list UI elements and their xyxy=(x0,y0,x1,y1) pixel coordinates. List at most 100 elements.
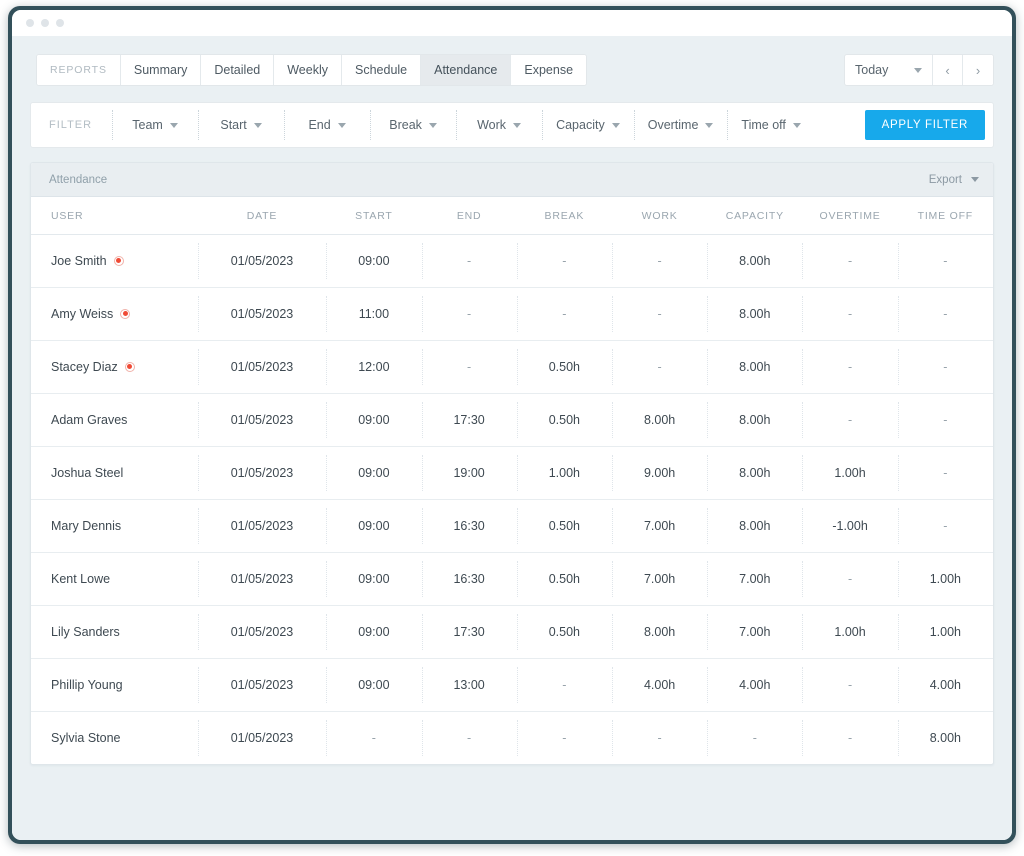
filter-end[interactable]: End xyxy=(284,103,370,147)
cell-break: - xyxy=(517,659,612,712)
cell-work: 7.00h xyxy=(612,500,707,553)
cell-break: 0.50h xyxy=(517,553,612,606)
prev-period-button[interactable]: ‹ xyxy=(933,55,963,85)
date-range-value: Today xyxy=(855,63,888,77)
cell-capacity: 8.00h xyxy=(707,288,802,341)
tab-weekly[interactable]: Weekly xyxy=(274,55,342,85)
tab-schedule[interactable]: Schedule xyxy=(342,55,421,85)
cell-work: - xyxy=(612,341,707,394)
cell-start: 09:00 xyxy=(326,553,421,606)
cell-overtime: - xyxy=(802,235,897,288)
user-name: Stacey Diaz xyxy=(51,360,118,374)
cell-date: 01/05/2023 xyxy=(198,500,327,553)
table-row[interactable]: Joshua Steel01/05/202309:0019:001.00h9.0… xyxy=(31,447,993,500)
tab-summary[interactable]: Summary xyxy=(121,55,201,85)
date-range-select[interactable]: Today xyxy=(845,55,933,85)
reports-label: REPORTS xyxy=(37,55,121,85)
report-tabs: REPORTS Summary Detailed Weekly Schedule… xyxy=(36,54,587,86)
cell-start: 09:00 xyxy=(326,606,421,659)
cell-capacity: 7.00h xyxy=(707,606,802,659)
cell-work: 7.00h xyxy=(612,553,707,606)
filter-capacity-label: Capacity xyxy=(556,118,605,132)
cell-break: 0.50h xyxy=(517,500,612,553)
cell-break: 0.50h xyxy=(517,606,612,659)
cell-timeoff: - xyxy=(898,288,993,341)
cell-timeoff: - xyxy=(898,341,993,394)
cell-user: Phillip Young xyxy=(31,659,198,712)
chevron-left-icon: ‹ xyxy=(945,63,949,78)
cell-user: Kent Lowe xyxy=(31,553,198,606)
cell-overtime: 1.00h xyxy=(802,606,897,659)
cell-work: 4.00h xyxy=(612,659,707,712)
chevron-down-icon xyxy=(971,177,979,182)
cell-user: Amy Weiss xyxy=(31,288,198,341)
filter-start[interactable]: Start xyxy=(198,103,284,147)
cell-date: 01/05/2023 xyxy=(198,659,327,712)
cell-date: 01/05/2023 xyxy=(198,235,327,288)
browser-window: REPORTS Summary Detailed Weekly Schedule… xyxy=(8,6,1016,844)
attendance-card: Attendance Export USER DATE START END BR xyxy=(30,162,994,765)
table-row[interactable]: Phillip Young01/05/202309:0013:00-4.00h4… xyxy=(31,659,993,712)
cell-overtime: - xyxy=(802,712,897,765)
chevron-down-icon xyxy=(170,123,178,128)
next-period-button[interactable]: › xyxy=(963,55,993,85)
cell-user: Joshua Steel xyxy=(31,447,198,500)
live-clocked-in-icon xyxy=(125,362,135,372)
cell-capacity: 8.00h xyxy=(707,394,802,447)
cell-overtime: - xyxy=(802,553,897,606)
tab-expense[interactable]: Expense xyxy=(511,55,586,85)
col-header-break: BREAK xyxy=(517,197,612,235)
table-row[interactable]: Lily Sanders01/05/202309:0017:300.50h8.0… xyxy=(31,606,993,659)
window-content: REPORTS Summary Detailed Weekly Schedule… xyxy=(12,10,1012,840)
user-name: Phillip Young xyxy=(51,678,123,692)
filter-work-label: Work xyxy=(477,118,506,132)
filter-timeoff[interactable]: Time off xyxy=(727,103,814,147)
cell-break: - xyxy=(517,235,612,288)
report-topbar: REPORTS Summary Detailed Weekly Schedule… xyxy=(22,48,1002,92)
tab-attendance[interactable]: Attendance xyxy=(421,55,511,85)
cell-work: - xyxy=(612,712,707,765)
col-header-overtime: OVERTIME xyxy=(802,197,897,235)
minimize-dot[interactable] xyxy=(41,19,49,27)
apply-filter-button[interactable]: APPLY FILTER xyxy=(865,110,985,140)
chevron-down-icon xyxy=(429,123,437,128)
table-row[interactable]: Amy Weiss01/05/202311:00---8.00h-- xyxy=(31,288,993,341)
cell-start: 09:00 xyxy=(326,500,421,553)
cell-timeoff: 1.00h xyxy=(898,606,993,659)
filter-break[interactable]: Break xyxy=(370,103,456,147)
table-row[interactable]: Kent Lowe01/05/202309:0016:300.50h7.00h7… xyxy=(31,553,993,606)
chevron-down-icon xyxy=(338,123,346,128)
cell-break: 1.00h xyxy=(517,447,612,500)
table-row[interactable]: Joe Smith01/05/202309:00---8.00h-- xyxy=(31,235,993,288)
maximize-dot[interactable] xyxy=(56,19,64,27)
cell-end: 13:00 xyxy=(422,659,517,712)
col-header-start: START xyxy=(326,197,421,235)
cell-date: 01/05/2023 xyxy=(198,553,327,606)
cell-capacity: 4.00h xyxy=(707,659,802,712)
table-row[interactable]: Sylvia Stone01/05/2023------8.00h xyxy=(31,712,993,765)
cell-start: 11:00 xyxy=(326,288,421,341)
close-dot[interactable] xyxy=(26,19,34,27)
cell-overtime: 1.00h xyxy=(802,447,897,500)
cell-timeoff: - xyxy=(898,500,993,553)
user-name: Joe Smith xyxy=(51,254,107,268)
col-header-date: DATE xyxy=(198,197,327,235)
table-row[interactable]: Mary Dennis01/05/202309:0016:300.50h7.00… xyxy=(31,500,993,553)
cell-timeoff: - xyxy=(898,235,993,288)
user-name: Lily Sanders xyxy=(51,625,120,639)
filter-team[interactable]: Team xyxy=(112,103,198,147)
col-header-capacity: CAPACITY xyxy=(707,197,802,235)
filter-overtime[interactable]: Overtime xyxy=(634,103,728,147)
cell-date: 01/05/2023 xyxy=(198,288,327,341)
table-row[interactable]: Adam Graves01/05/202309:0017:300.50h8.00… xyxy=(31,394,993,447)
chevron-right-icon: › xyxy=(976,63,980,78)
table-row[interactable]: Stacey Diaz01/05/202312:00-0.50h-8.00h-- xyxy=(31,341,993,394)
tab-detailed[interactable]: Detailed xyxy=(201,55,274,85)
live-clocked-in-icon xyxy=(120,309,130,319)
export-dropdown[interactable]: Export xyxy=(929,174,979,186)
filter-capacity[interactable]: Capacity xyxy=(542,103,634,147)
cell-break: - xyxy=(517,288,612,341)
filter-work[interactable]: Work xyxy=(456,103,542,147)
cell-end: 19:00 xyxy=(422,447,517,500)
col-header-work: WORK xyxy=(612,197,707,235)
